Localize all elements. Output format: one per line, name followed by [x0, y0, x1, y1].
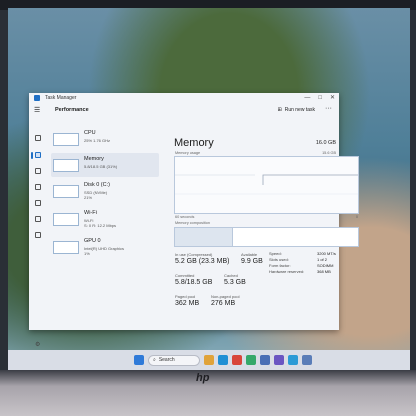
app-history-icon[interactable] — [35, 168, 41, 174]
stat-nonpaged-pool: Non-paged pool 276 MB — [211, 294, 239, 307]
spec-key: Slots used: — [269, 257, 289, 262]
gpu-thumbnail-graph — [53, 241, 79, 254]
resource-detail: 21% — [84, 195, 93, 200]
spec-value: SODIMM — [317, 263, 334, 268]
hamburger-icon[interactable]: ☰ — [34, 106, 40, 114]
memory-usage-max: 15.6 GB — [322, 151, 336, 155]
cpu-thumbnail-graph — [53, 133, 79, 146]
run-new-task-button[interactable]: ⊞ Run new task — [278, 107, 316, 113]
spec-value: 368 MB — [317, 269, 331, 274]
task-manager-window: Task Manager — □ ✕ ☰ Performance ⊞ Run n… — [29, 93, 359, 348]
close-button[interactable]: ✕ — [330, 93, 335, 103]
task-manager-icon — [34, 95, 40, 101]
memory-total: 16.0 GB — [315, 140, 336, 146]
nav-rail: ⚙ — [29, 117, 47, 348]
resource-name: GPU 0 — [84, 238, 101, 244]
spec-key: Hardware reserved: — [269, 269, 305, 274]
run-task-icon: ⊞ — [277, 107, 282, 113]
app-icon[interactable] — [274, 355, 284, 365]
search-placeholder: Search — [158, 357, 175, 363]
resource-name: Disk 0 (C:) — [84, 182, 110, 188]
resource-item-disk[interactable]: Disk 0 (C:) SSD (NVMe) 21% — [51, 179, 159, 203]
stat-committed: Committed 5.8/18.5 GB — [175, 273, 212, 286]
graph-zero-label: 0 — [355, 215, 358, 219]
task-manager-taskbar-icon[interactable] — [302, 355, 312, 365]
memory-composition-bar — [174, 227, 359, 247]
processes-icon[interactable] — [35, 135, 41, 141]
gear-icon[interactable]: ⚙ — [35, 341, 40, 348]
spec-value: 3200 MT/s — [317, 251, 336, 256]
disk-thumbnail-graph — [53, 185, 79, 198]
memory-usage-label: Memory usage — [175, 151, 201, 155]
stat-committed-label: Committed — [175, 273, 195, 278]
stat-cached-label: Cached — [224, 273, 238, 278]
memory-title: Memory — [174, 137, 214, 149]
memory-thumbnail-graph — [53, 159, 79, 172]
stat-in-use: In use (Compressed) 5.2 GB (23.3 MB) — [175, 252, 229, 265]
wifi-thumbnail-graph — [53, 213, 79, 226]
stat-in-use-label: In use (Compressed) — [175, 252, 213, 257]
search-icon: ⌕ — [153, 357, 156, 363]
stat-nonpaged-pool-label: Non-paged pool — [211, 294, 240, 299]
stat-nonpaged-pool-value: 276 MB — [211, 300, 236, 307]
stat-paged-pool-value: 362 MB — [175, 300, 200, 307]
edge-icon[interactable] — [218, 355, 228, 365]
app-icon[interactable] — [288, 355, 298, 365]
stat-available-value: 9.9 GB — [241, 258, 263, 265]
stat-in-use-value: 5.2 GB (23.3 MB) — [175, 258, 230, 265]
window-controls: — □ ✕ — [304, 93, 335, 103]
stat-paged-pool-label: Paged pool — [175, 294, 196, 299]
users-icon[interactable] — [35, 200, 41, 206]
memory-composition-in-use — [175, 228, 233, 246]
run-new-task-label: Run new task — [284, 107, 315, 113]
more-options-button[interactable]: ··· — [325, 105, 332, 112]
memory-composition-label: Memory composition — [175, 221, 211, 225]
taskbar: ⌕ Search — [8, 350, 410, 370]
app-icon[interactable] — [260, 355, 270, 365]
stat-available-label: Available — [241, 252, 258, 257]
resource-detail: Intel(R) UHD Graphics — [84, 246, 125, 251]
stat-committed-value: 5.8/18.5 GB — [175, 279, 213, 286]
maximize-button[interactable]: □ — [318, 93, 322, 103]
graph-time-label: 60 seconds — [175, 215, 195, 219]
stat-paged-pool: Paged pool 362 MB — [175, 294, 199, 307]
taskbar-search[interactable]: ⌕ Search — [148, 354, 200, 366]
page-title: Performance — [55, 107, 89, 113]
resource-list: CPU 25% 1.76 GHz Memory 5.8/18.5 GB (31%… — [51, 127, 161, 327]
spec-key: Speed: — [269, 251, 282, 256]
services-icon[interactable] — [35, 232, 41, 238]
resource-name: Wi-Fi — [84, 210, 97, 216]
memory-usage-graph — [174, 156, 359, 214]
app-icon[interactable] — [232, 355, 242, 365]
resource-item-wifi[interactable]: Wi-Fi Wi-Fi S: 0 R: 12.2 Mbps — [51, 207, 159, 231]
title-bar: Task Manager — □ ✕ — [29, 93, 339, 103]
resource-detail: 1% — [84, 251, 90, 256]
resource-item-memory[interactable]: Memory 5.8/18.5 GB (31%) — [51, 153, 159, 177]
app-icon[interactable] — [246, 355, 256, 365]
performance-icon[interactable] — [35, 152, 41, 158]
resource-name: CPU — [84, 130, 96, 136]
header-bar: ☰ Performance ⊞ Run new task ··· — [29, 103, 339, 117]
nav-active-indicator — [31, 152, 33, 159]
file-explorer-icon[interactable] — [204, 355, 214, 365]
spec-value: 1 of 2 — [317, 257, 328, 262]
resource-detail: 5.8/18.5 GB (31%) — [84, 164, 118, 169]
start-icon[interactable] — [134, 355, 144, 365]
stat-cached: Cached 5.3 GB — [224, 273, 246, 286]
window-title: Task Manager — [45, 95, 77, 101]
startup-apps-icon[interactable] — [35, 184, 41, 190]
stat-cached-value: 5.3 GB — [224, 279, 246, 286]
memory-usage-line — [175, 174, 358, 195]
resource-item-cpu[interactable]: CPU 25% 1.76 GHz — [51, 127, 159, 151]
resource-name: Memory — [84, 156, 104, 162]
stat-available: Available 9.9 GB — [241, 252, 263, 265]
minimize-button[interactable]: — — [304, 93, 310, 103]
resource-item-gpu[interactable]: GPU 0 Intel(R) UHD Graphics 1% — [51, 235, 159, 259]
hp-logo: hp — [196, 372, 210, 384]
resource-detail: 25% 1.76 GHz — [84, 138, 111, 143]
details-icon[interactable] — [35, 216, 41, 222]
resource-detail: S: 0 R: 12.2 Mbps — [84, 223, 117, 228]
spec-key: Form factor: — [269, 263, 291, 268]
